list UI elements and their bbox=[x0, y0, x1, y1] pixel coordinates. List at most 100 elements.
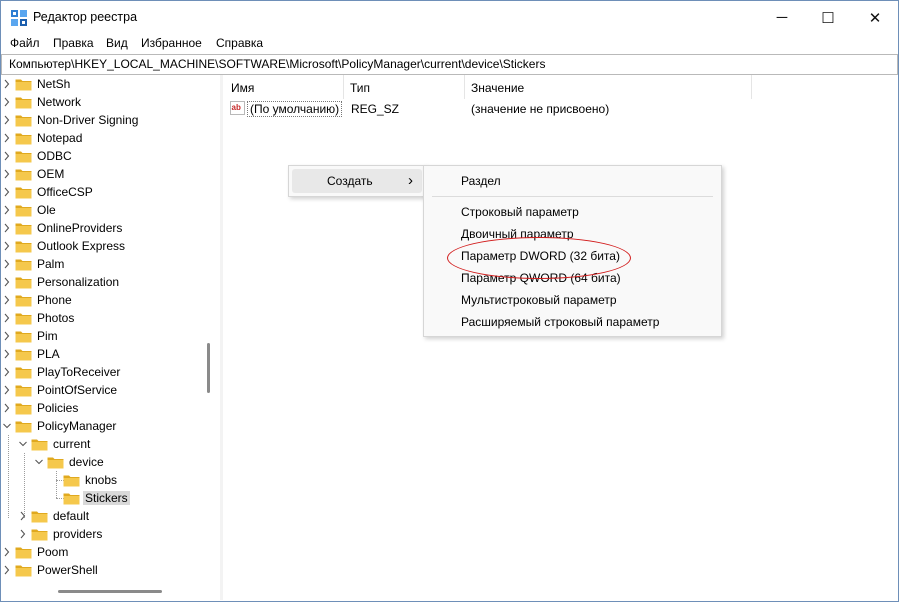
tree-item-device[interactable]: device bbox=[1, 454, 220, 472]
chevron-right-icon[interactable] bbox=[3, 187, 11, 197]
chevron-right-icon[interactable] bbox=[3, 169, 11, 179]
column-separator[interactable] bbox=[751, 75, 752, 99]
tree-item-oem[interactable]: OEM bbox=[1, 166, 220, 184]
tree-item-odbc[interactable]: ODBC bbox=[1, 148, 220, 166]
chevron-right-icon[interactable] bbox=[3, 97, 11, 107]
chevron-down-icon[interactable] bbox=[19, 439, 27, 449]
context-menu-create-item[interactable]: Создать › bbox=[292, 169, 422, 193]
tree-item-personalization[interactable]: Personalization bbox=[1, 274, 220, 292]
chevron-right-icon[interactable] bbox=[3, 331, 11, 341]
submenu-item-string[interactable]: Строковый параметр bbox=[461, 205, 579, 219]
tree-item-officecsp[interactable]: OfficeCSP bbox=[1, 184, 220, 202]
menu-file[interactable]: Файл bbox=[10, 36, 40, 50]
chevron-down-icon[interactable] bbox=[3, 421, 11, 431]
folder-icon bbox=[15, 277, 32, 289]
tree-item-default[interactable]: default bbox=[1, 508, 220, 526]
column-header-name-label: Имя bbox=[231, 81, 255, 95]
registry-tree[interactable]: NetSh Network Non-Driver Signing Notepad ODB… bbox=[1, 75, 221, 600]
tree-item-powershell[interactable]: PowerShell bbox=[1, 562, 220, 580]
tree-item-non-driver-signing[interactable]: Non-Driver Signing bbox=[1, 112, 220, 130]
address-path: Компьютер\HKEY_LOCAL_MACHINE\SOFTWARE\Mi… bbox=[9, 57, 546, 71]
chevron-right-icon[interactable] bbox=[3, 295, 11, 305]
tree-vertical-scrollbar[interactable] bbox=[205, 75, 214, 581]
menu-help[interactable]: Справка bbox=[216, 36, 263, 50]
tree-item-photos[interactable]: Photos bbox=[1, 310, 220, 328]
values-list[interactable]: Имя Тип Значение ab (По умолчанию) REG_S… bbox=[223, 75, 898, 600]
chevron-right-icon[interactable] bbox=[3, 151, 11, 161]
menu-separator bbox=[432, 196, 713, 197]
folder-icon bbox=[47, 457, 64, 469]
tree-item-label: Personalization bbox=[37, 275, 120, 289]
tree-item-pla[interactable]: PLA bbox=[1, 346, 220, 364]
table-row[interactable]: ab (По умолчанию) REG_SZ (значение не пр… bbox=[223, 100, 898, 118]
tree-item-onlineproviders[interactable]: OnlineProviders bbox=[1, 220, 220, 238]
column-header-value[interactable]: Значение bbox=[465, 75, 751, 99]
title-bar[interactable]: Редактор реестра ─ ☐ ✕ bbox=[1, 1, 898, 34]
menu-view[interactable]: Вид bbox=[106, 36, 128, 50]
menu-favorites[interactable]: Избранное bbox=[141, 36, 202, 50]
folder-icon bbox=[15, 565, 32, 577]
column-header-type[interactable]: Тип bbox=[344, 75, 464, 99]
chevron-down-icon[interactable] bbox=[35, 457, 43, 467]
submenu-item-key[interactable]: Раздел bbox=[461, 174, 501, 188]
string-value-icon-text: ab bbox=[232, 103, 241, 112]
tree-item-knobs[interactable]: knobs bbox=[1, 472, 220, 490]
chevron-right-icon[interactable] bbox=[3, 79, 11, 89]
tree-item-ole[interactable]: Ole bbox=[1, 202, 220, 220]
chevron-right-icon[interactable] bbox=[3, 367, 11, 377]
folder-icon bbox=[15, 313, 32, 325]
close-button[interactable]: ✕ bbox=[852, 1, 898, 34]
column-header-type-label: Тип bbox=[350, 81, 371, 95]
tree-item-outlook-express[interactable]: Outlook Express bbox=[1, 238, 220, 256]
tree-item-pim[interactable]: Pim bbox=[1, 328, 220, 346]
tree-item-pointofservice[interactable]: PointOfService bbox=[1, 382, 220, 400]
column-header-name[interactable]: Имя bbox=[223, 75, 343, 99]
tree-item-label: Poom bbox=[37, 545, 69, 559]
chevron-right-icon[interactable] bbox=[19, 511, 27, 521]
chevron-right-icon[interactable] bbox=[3, 313, 11, 323]
submenu-item-expandable-string[interactable]: Расширяемый строковый параметр bbox=[461, 315, 659, 329]
tree-horizontal-scroll-thumb[interactable] bbox=[58, 590, 162, 593]
tree-item-poom[interactable]: Poom bbox=[1, 544, 220, 562]
maximize-button[interactable]: ☐ bbox=[805, 1, 851, 34]
submenu-item-qword[interactable]: Параметр QWORD (64 бита) bbox=[461, 271, 621, 285]
submenu-item-binary[interactable]: Двоичный параметр bbox=[461, 227, 574, 241]
tree-item-policymanager[interactable]: PolicyManager bbox=[1, 418, 220, 436]
chevron-right-icon[interactable] bbox=[3, 115, 11, 125]
chevron-right-icon[interactable] bbox=[3, 547, 11, 557]
tree-item-phone[interactable]: Phone bbox=[1, 292, 220, 310]
tree-vertical-scroll-thumb[interactable] bbox=[207, 343, 210, 393]
tree-item-label: Phone bbox=[37, 293, 72, 307]
chevron-right-icon[interactable] bbox=[3, 223, 11, 233]
folder-icon bbox=[15, 259, 32, 271]
tree-horizontal-scrollbar[interactable] bbox=[1, 583, 206, 600]
chevron-right-icon[interactable] bbox=[3, 241, 11, 251]
minimize-button[interactable]: ─ bbox=[759, 1, 805, 34]
chevron-right-icon[interactable] bbox=[3, 565, 11, 575]
folder-icon bbox=[15, 403, 32, 415]
chevron-right-icon[interactable] bbox=[3, 385, 11, 395]
chevron-right-icon[interactable] bbox=[3, 277, 11, 287]
tree-item-current[interactable]: current bbox=[1, 436, 220, 454]
tree-item-netsh[interactable]: NetSh bbox=[1, 76, 220, 94]
submenu-item-multistring[interactable]: Мультистроковый параметр bbox=[461, 293, 617, 307]
tree-item-notepad[interactable]: Notepad bbox=[1, 130, 220, 148]
chevron-right-icon[interactable] bbox=[3, 349, 11, 359]
tree-item-policies[interactable]: Policies bbox=[1, 400, 220, 418]
tree-item-palm[interactable]: Palm bbox=[1, 256, 220, 274]
menu-edit[interactable]: Правка bbox=[53, 36, 94, 50]
submenu-item-dword[interactable]: Параметр DWORD (32 бита) bbox=[461, 249, 620, 263]
chevron-right-icon[interactable] bbox=[19, 529, 27, 539]
tree-item-label: PolicyManager bbox=[37, 419, 117, 433]
chevron-right-icon[interactable] bbox=[3, 403, 11, 413]
tree-item-label: PlayToReceiver bbox=[37, 365, 121, 379]
tree-item-playtoreceiver[interactable]: PlayToReceiver bbox=[1, 364, 220, 382]
tree-item-label: Policies bbox=[37, 401, 79, 415]
tree-item-stickers[interactable]: Stickers bbox=[1, 490, 220, 508]
tree-item-network[interactable]: Network bbox=[1, 94, 220, 112]
tree-item-providers[interactable]: providers bbox=[1, 526, 220, 544]
chevron-right-icon[interactable] bbox=[3, 259, 11, 269]
address-bar[interactable]: Компьютер\HKEY_LOCAL_MACHINE\SOFTWARE\Mi… bbox=[1, 54, 898, 75]
chevron-right-icon[interactable] bbox=[3, 205, 11, 215]
chevron-right-icon[interactable] bbox=[3, 133, 11, 143]
